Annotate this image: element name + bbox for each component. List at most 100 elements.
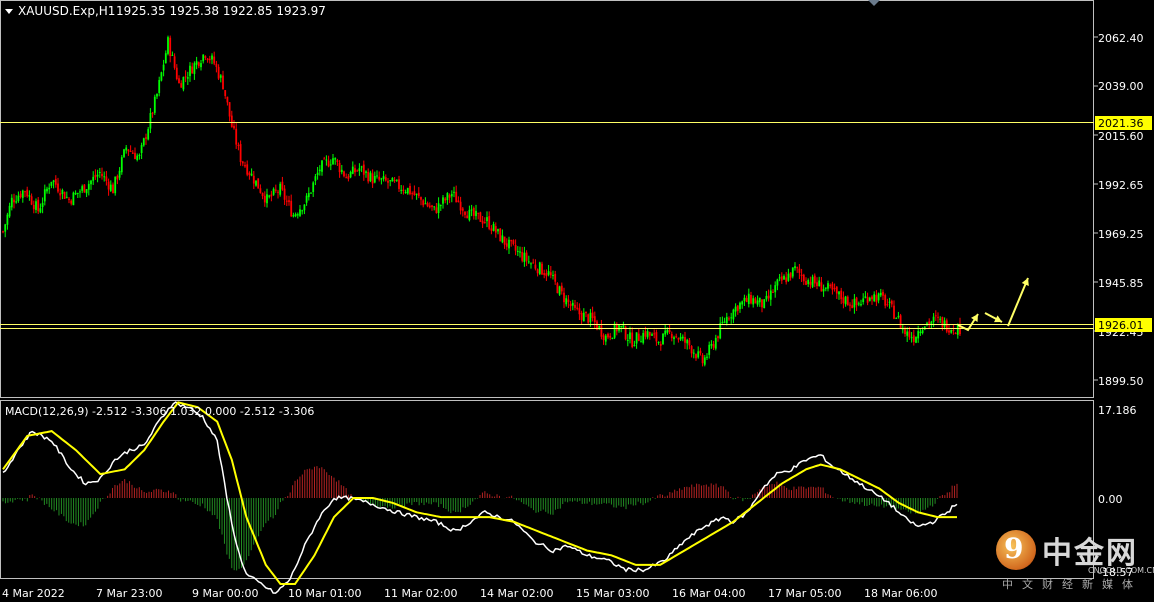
candle-body [252, 175, 255, 184]
candle-body [912, 335, 915, 342]
candle-body [776, 279, 779, 286]
candle-body [754, 298, 757, 304]
candle-body [263, 195, 266, 203]
scroll-shift-marker-icon[interactable] [868, 0, 880, 6]
candle-body [598, 325, 601, 329]
candle-body [186, 77, 189, 79]
candle-body [391, 177, 394, 182]
candle-body [37, 199, 40, 212]
candle-body [906, 331, 909, 336]
candle-body [536, 269, 539, 274]
candle-body [626, 340, 629, 342]
candle-body [545, 273, 548, 277]
candle-body [893, 305, 895, 319]
ohlc-values: 1925.35 1925.38 1922.85 1923.97 [116, 4, 326, 18]
time-label: 18 Mar 06:00 [864, 587, 937, 600]
candle-body [395, 179, 398, 181]
candle-body [123, 149, 125, 157]
candle-body [246, 164, 249, 175]
candle-body [222, 75, 224, 90]
candle-body [112, 184, 114, 194]
candle-body [312, 182, 315, 192]
candle-body [422, 200, 425, 206]
candle-body [712, 344, 715, 348]
candle-body [134, 152, 136, 160]
candle-body [167, 37, 169, 54]
candle-body [70, 200, 73, 204]
time-label: 10 Mar 01:00 [288, 587, 361, 600]
time-label: 14 Mar 02:00 [480, 587, 553, 600]
candle-body [54, 178, 57, 185]
candle-body [109, 184, 112, 191]
candle-body [846, 296, 849, 306]
candle-body [662, 333, 664, 345]
candle-body [63, 191, 66, 199]
candle-body [842, 297, 845, 304]
candle-body [479, 212, 482, 222]
candle-body [954, 332, 957, 334]
candle-body [189, 65, 191, 77]
candle-body [774, 285, 777, 293]
candle-body [950, 330, 953, 333]
candle-body [945, 320, 948, 332]
candle-body [659, 343, 662, 346]
candle-body [527, 261, 530, 263]
candle-body [948, 330, 950, 333]
candle-body [651, 334, 653, 336]
time-axis[interactable]: 4 Mar 2022 7 Mar 23:00 9 Mar 00:00 10 Ma… [2, 587, 937, 600]
candle-body [637, 333, 640, 341]
candle-body [428, 205, 431, 208]
trading-chart[interactable]: XAUUSD.Exp,H1 1925.35 1925.38 1922.85 19… [0, 0, 1154, 602]
candle-body [675, 336, 678, 338]
candle-body [349, 172, 352, 178]
candle-body [305, 195, 308, 203]
candle-body [358, 168, 361, 172]
candle-body [233, 125, 235, 129]
candle-body [182, 77, 185, 90]
candle-body [224, 90, 227, 96]
candle-body [101, 173, 103, 177]
candle-body [26, 189, 29, 197]
candle-body [204, 56, 207, 58]
candle-body [178, 78, 180, 84]
candle-body [681, 336, 684, 339]
candle-body [741, 301, 744, 305]
candle-body [721, 322, 724, 324]
candle-body [274, 189, 277, 191]
candle-body [266, 194, 268, 204]
candle-body [48, 187, 51, 190]
candle-body [32, 204, 35, 210]
candle-body [76, 192, 79, 194]
candle-body [864, 296, 867, 298]
dropdown-triangle-icon[interactable] [5, 9, 13, 14]
candle-body [369, 172, 372, 182]
candle-body [822, 289, 825, 292]
candle-body [129, 151, 132, 153]
candle-body [96, 174, 99, 177]
candle-body [13, 199, 15, 203]
candle-body [228, 102, 231, 117]
candle-body [890, 300, 893, 305]
price-axis[interactable]: 2062.40 2039.00 2015.60 1992.65 1969.25 … [1094, 32, 1144, 388]
candle-body [28, 195, 31, 197]
candle-body [8, 205, 11, 217]
candle-body [281, 181, 284, 190]
candle-body [833, 288, 836, 290]
candle-body [558, 286, 561, 295]
price-label: 1945.85 [1098, 277, 1144, 290]
candle-body [43, 189, 46, 202]
candle-body [723, 321, 726, 323]
candle-body [686, 339, 689, 344]
candle-body [490, 228, 493, 231]
candle-body [470, 209, 473, 211]
candle-body [719, 323, 722, 339]
candle-body [85, 189, 88, 194]
candle-body [765, 295, 768, 300]
candle-body [910, 337, 913, 339]
candle-body [340, 169, 343, 173]
candle-body [420, 197, 422, 200]
candle-body [213, 56, 216, 64]
candle-body [277, 191, 279, 193]
candle-body [193, 63, 196, 74]
price-label: 1899.50 [1098, 375, 1144, 388]
